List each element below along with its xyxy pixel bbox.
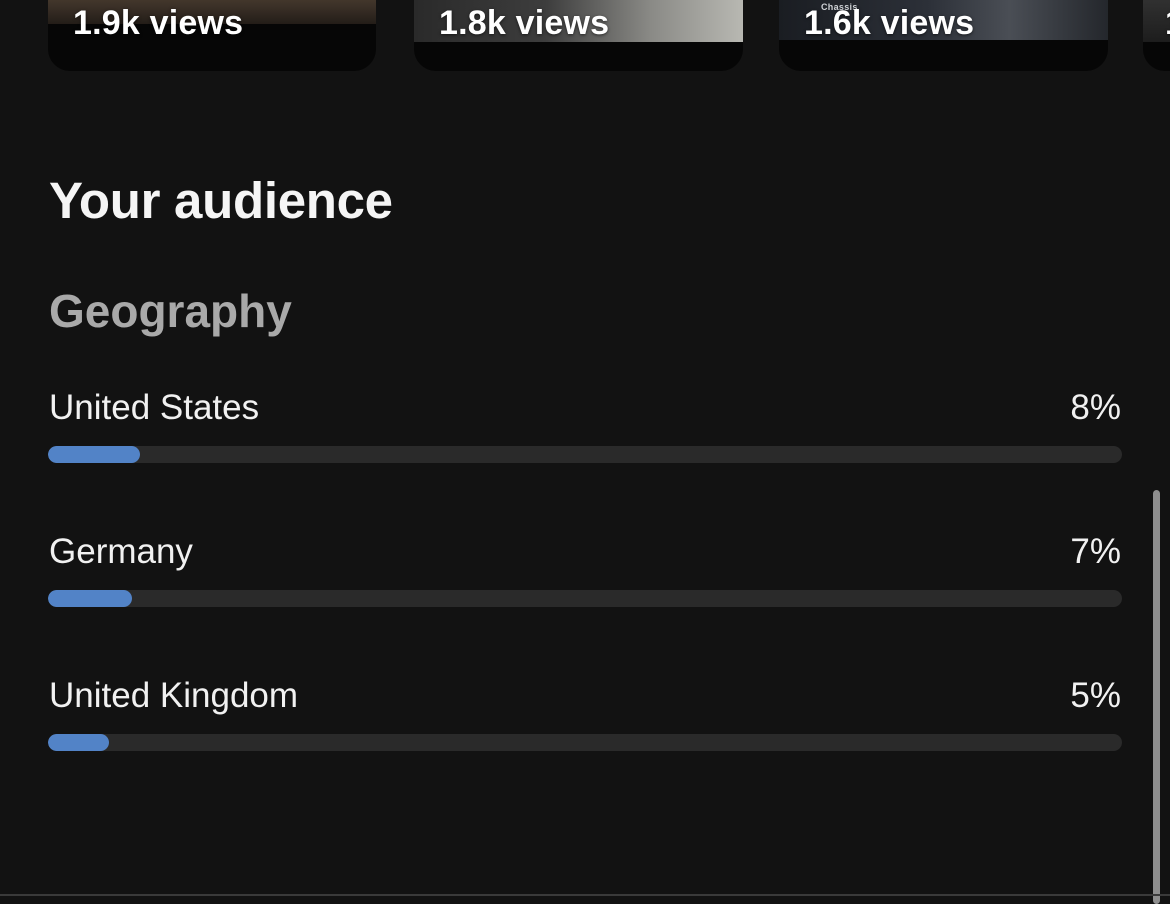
video-views: 1.6k views	[804, 4, 975, 42]
progress-track	[48, 446, 1122, 463]
video-views: 1.9k views	[73, 4, 244, 42]
video-views: 1.8k views	[439, 4, 610, 42]
percent-label: 7%	[1070, 532, 1121, 571]
progress-track	[48, 590, 1122, 607]
video-views: 1	[1165, 4, 1170, 43]
section-title: Your audience	[49, 172, 393, 229]
geography-heading: Geography	[49, 285, 292, 337]
geo-row-united-states: United States 8%	[48, 388, 1122, 478]
video-card[interactable]: 1	[1143, 0, 1170, 71]
percent-label: 8%	[1070, 388, 1121, 427]
video-card[interactable]: 1.8k views	[414, 0, 743, 71]
scrollbar[interactable]	[1153, 490, 1160, 904]
country-label: Germany	[49, 532, 193, 571]
country-label: United States	[49, 388, 260, 427]
progress-fill	[48, 590, 132, 607]
insights-page: 1.9k views 1.8k views Chassis 1.6k views…	[0, 0, 1170, 904]
percent-label: 5%	[1070, 676, 1121, 715]
video-card[interactable]: Chassis 1.6k views	[779, 0, 1108, 71]
progress-fill	[48, 734, 110, 751]
geo-row-united-kingdom: United Kingdom 5%	[48, 676, 1122, 766]
video-card[interactable]: 1.9k views	[48, 0, 376, 71]
divider	[0, 894, 1170, 896]
progress-track	[48, 734, 1122, 751]
progress-fill	[48, 446, 141, 463]
geo-row-germany: Germany 7%	[48, 532, 1122, 622]
country-label: United Kingdom	[49, 676, 299, 715]
